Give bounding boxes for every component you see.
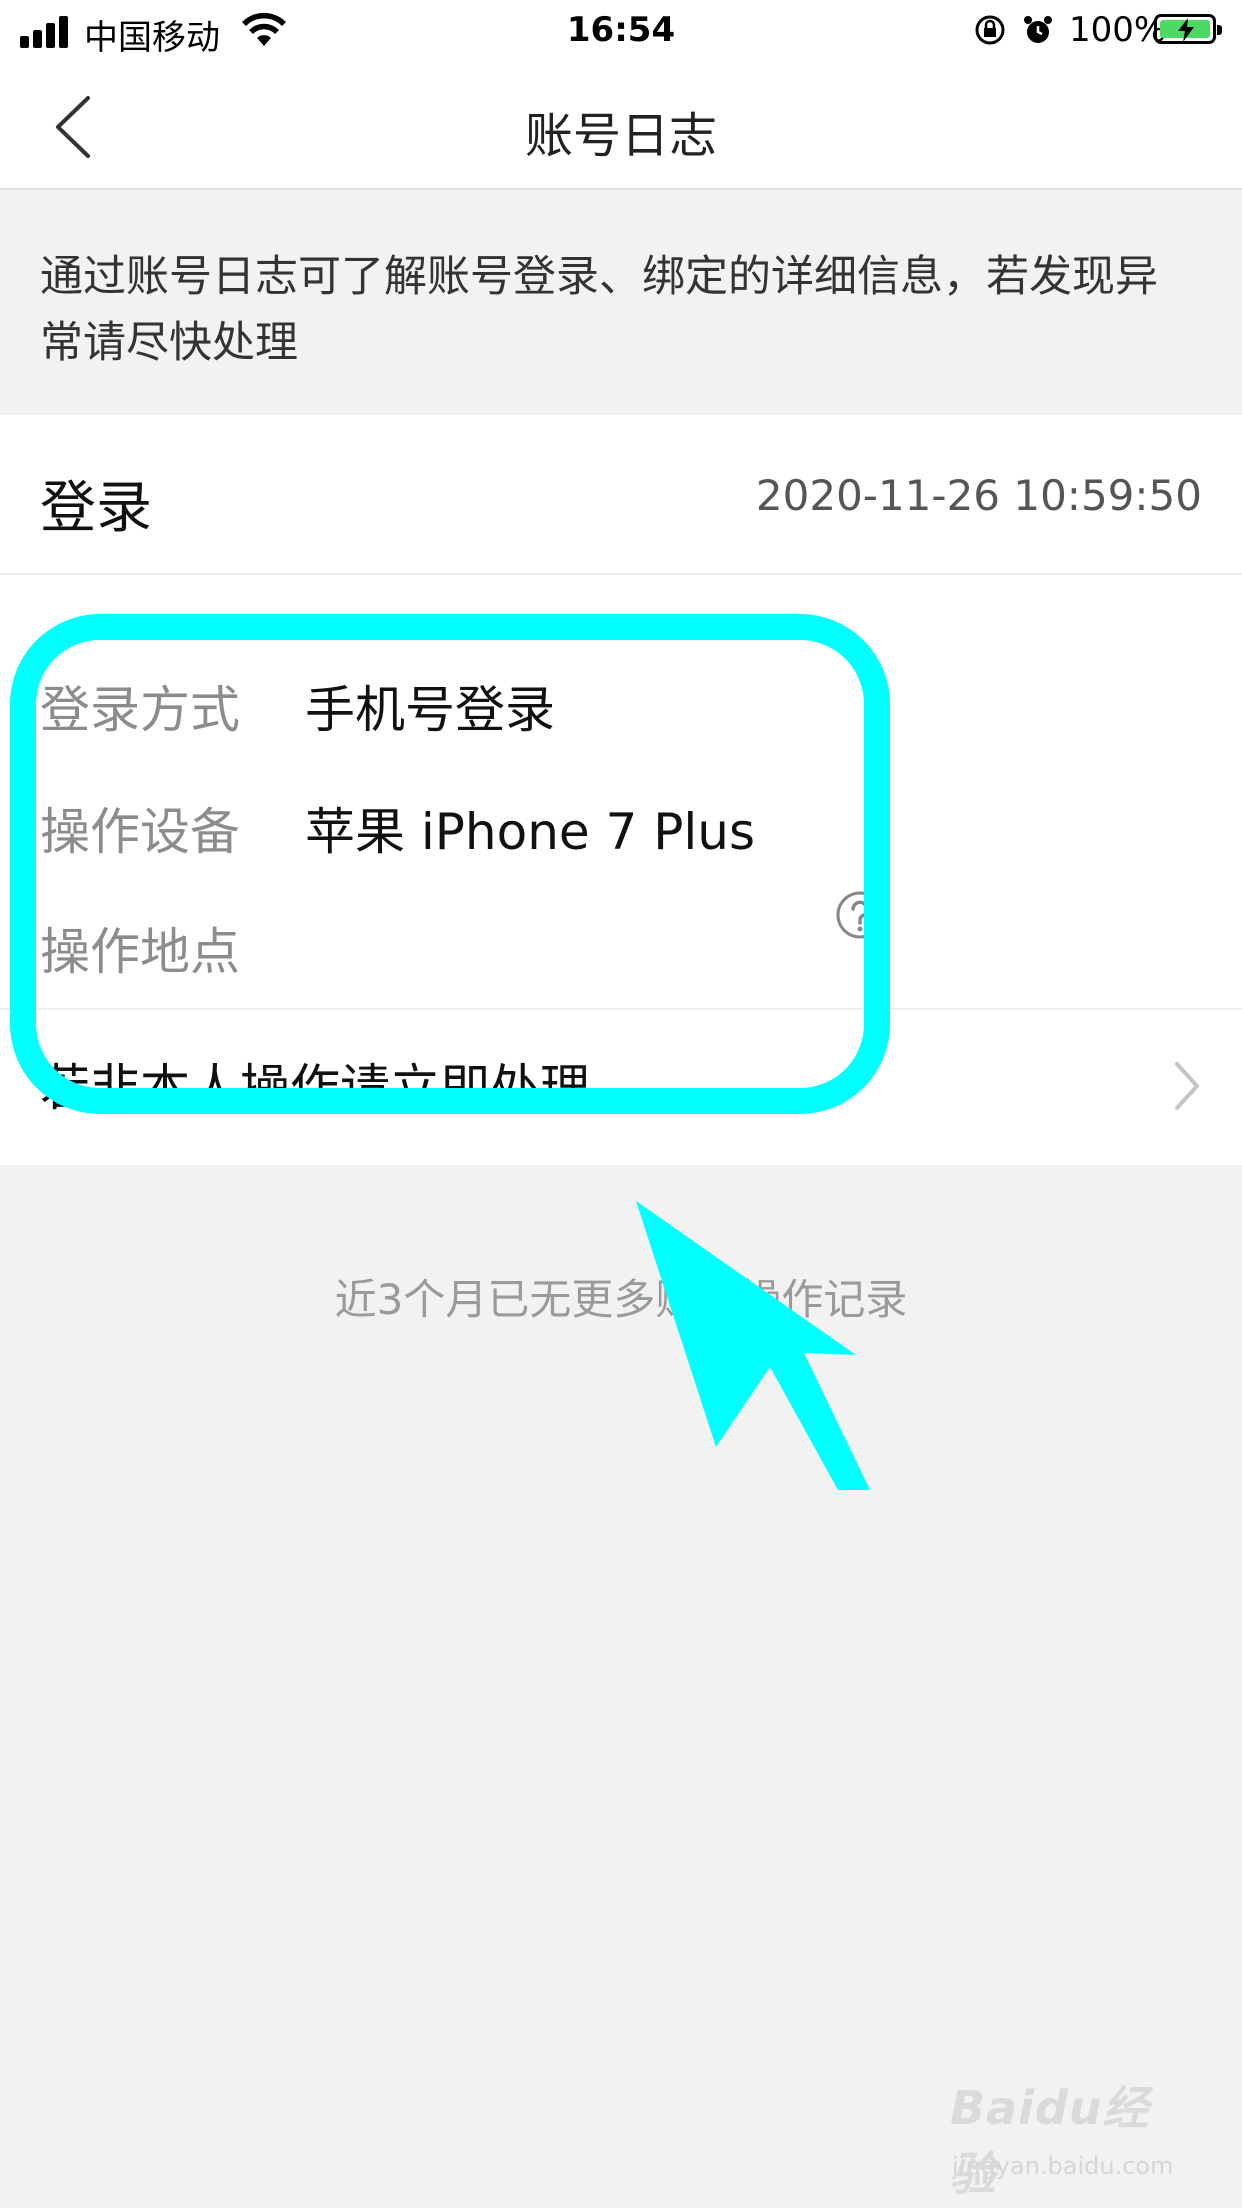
- nav-bar: 账号日志: [0, 62, 1242, 190]
- log-entry-timestamp: 2020-11-26 10:59:50: [755, 471, 1202, 520]
- info-banner: 通过账号日志可了解账号登录、绑定的详细信息，若发现异常请尽快处理: [0, 190, 1242, 415]
- clock: 16:54: [566, 10, 676, 50]
- alarm-icon: [1024, 16, 1052, 43]
- watermark-logo: Baidu经验: [950, 2081, 1150, 2201]
- rotation-lock-icon: [975, 15, 1005, 45]
- battery-percent: 100%: [1069, 10, 1167, 50]
- arrow-annotation-icon: [636, 1201, 870, 1490]
- log-entry-header: 登录 2020-11-26 10:59:50: [0, 415, 1242, 575]
- info-banner-text: 通过账号日志可了解账号登录、绑定的详细信息，若发现异常请尽快处理: [40, 252, 1158, 368]
- baidu-watermark: Baidu经验 jingyan.baidu.com: [950, 2072, 1190, 2201]
- page-title: 账号日志: [524, 108, 717, 164]
- battery-charging-icon: [1154, 14, 1222, 44]
- status-bar: 中国移动 16:54 100%: [0, 0, 1242, 62]
- highlight-annotation-box: [10, 614, 890, 1114]
- watermark-url: jingyan.baidu.com: [952, 2152, 1174, 2180]
- screen: 中国移动 16:54 100% 账号日志 通过账号日志可了解账号登录、绑定的详细…: [0, 0, 1242, 2208]
- log-entry-type: 登录: [40, 476, 152, 541]
- chevron-right-icon: [1175, 1062, 1199, 1110]
